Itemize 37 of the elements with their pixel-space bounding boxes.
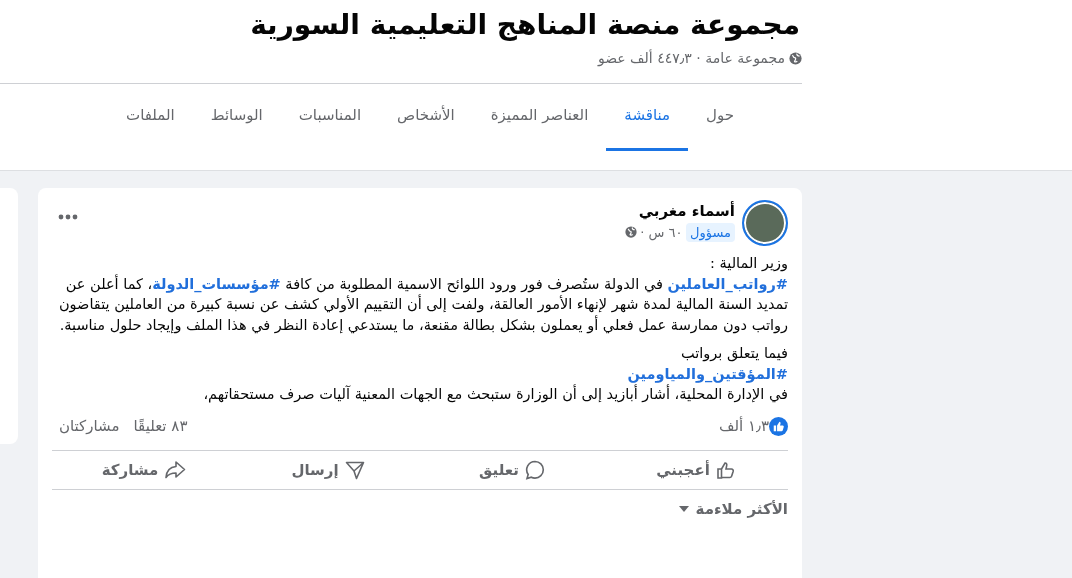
speech-bubble-icon: [524, 459, 545, 480]
share-arrow-icon: [164, 459, 187, 480]
globe-icon: [789, 51, 802, 65]
more-icon[interactable]: [58, 214, 78, 220]
nav-tab[interactable]: مناقشة: [606, 83, 689, 152]
nav-tab[interactable]: حول: [688, 83, 752, 152]
hashtag-link[interactable]: #المؤقتين_والمياومين: [627, 365, 788, 382]
hashtag-link[interactable]: #مؤسسات_الدولة: [152, 275, 281, 292]
like-button[interactable]: أعجبني: [604, 450, 788, 490]
group-title: مجموعة منصة المناهج التعليمية السورية: [249, 7, 800, 42]
send-button[interactable]: إرسال: [236, 450, 420, 490]
author-name[interactable]: أسماء مغربي: [85, 200, 735, 223]
nav-tab[interactable]: الملفات: [108, 83, 193, 152]
thumbs-up-icon: [715, 459, 736, 480]
reaction-count[interactable]: ١٫٣ ألف: [718, 415, 769, 438]
nav-tab[interactable]: العناصر المميزة: [472, 83, 607, 152]
post-text: فيما يتعلق برواتب: [680, 344, 788, 364]
share-button[interactable]: مشاركة: [52, 450, 236, 490]
globe-icon: [624, 226, 637, 239]
group-meta: مجموعة عامة · ٤٤٧٫٣ ألف عضو: [597, 48, 785, 69]
share-count[interactable]: مشاركتان: [59, 415, 120, 438]
role-badge: مسؤول: [686, 222, 735, 242]
like-reaction-icon: [769, 416, 788, 436]
post-text: في الإدارة المحلية، أشار أبازيد إلى أن الوزارة ستبحث مع الجهات المعنية آليات صرف مستحقاتهم،: [202, 384, 788, 405]
nav-tab[interactable]: المناسبات: [280, 83, 380, 152]
post-time[interactable]: ٦٠ س ·: [640, 222, 683, 242]
nav-tab[interactable]: الأشخاص: [379, 83, 473, 152]
nav-tab[interactable]: الوسائط: [192, 83, 281, 152]
caret-icon: [677, 505, 690, 514]
paper-plane-icon: [344, 459, 365, 480]
comment-count[interactable]: ٨٣ تعليقًا: [133, 415, 188, 438]
post-text: #رواتب_العاملين في الدولة ستُصرف فور ورود اللوائح الاسمية المطلوبة من كافة #مؤسسات_الدولة، كما أعلن عن تمديد السنة المالية لمدة شهر لإنهاء الأمور العالقة، ولفت إلى أن التقييم الأولي كشف عن نسبة كبيرة من العاملين يتقاضون رواتب دون ممارسة عمل فعلي أو يعملون بشكل بطالة مقنعة، ما يستدعي إعادة النظر في هذا الملف وإيجاد حلول مناسبة.: [57, 273, 788, 336]
sort-dropdown[interactable]: الأكثر ملاءمة: [677, 490, 788, 529]
hashtag-link[interactable]: #رواتب_العاملين: [667, 275, 788, 292]
avatar-placeholder: [742, 200, 788, 246]
post-text: وزير المالية :: [709, 254, 788, 274]
comment-button[interactable]: تعليق: [420, 450, 604, 490]
